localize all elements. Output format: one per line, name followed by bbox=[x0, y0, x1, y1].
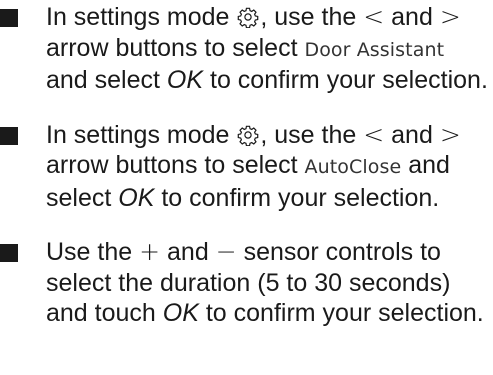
bullet-square bbox=[0, 126, 18, 145]
ok-label: OK bbox=[162, 299, 199, 327]
instruction-list: In settings mode , use the < and > arrow… bbox=[0, 2, 493, 329]
bullet-square bbox=[0, 244, 18, 262]
instruction-step-autoclose: In settings mode , use the < and > arrow… bbox=[0, 120, 493, 214]
instruction-step-door-assistant: In settings mode , use the < and > arrow… bbox=[0, 2, 493, 96]
minus-symbol: − bbox=[215, 237, 237, 266]
instruction-step-duration: Use the + and − sensor controls to selec… bbox=[0, 237, 493, 329]
bullet-square bbox=[0, 9, 18, 27]
step-text: In settings mode , use the < and > arrow… bbox=[46, 2, 488, 94]
gear-icon bbox=[238, 7, 259, 28]
step-text: Use the + and − sensor controls to selec… bbox=[46, 237, 484, 327]
ok-label: OK bbox=[166, 66, 204, 94]
gear-icon bbox=[238, 125, 259, 146]
display-option-door-assistant: Door Assistant bbox=[304, 38, 445, 61]
display-option-autoclose: AutoClose bbox=[304, 156, 402, 178]
step-text: In settings mode , use the < and > arrow… bbox=[46, 119, 461, 212]
plus-symbol: + bbox=[139, 237, 161, 266]
ok-label: OK bbox=[118, 183, 155, 212]
